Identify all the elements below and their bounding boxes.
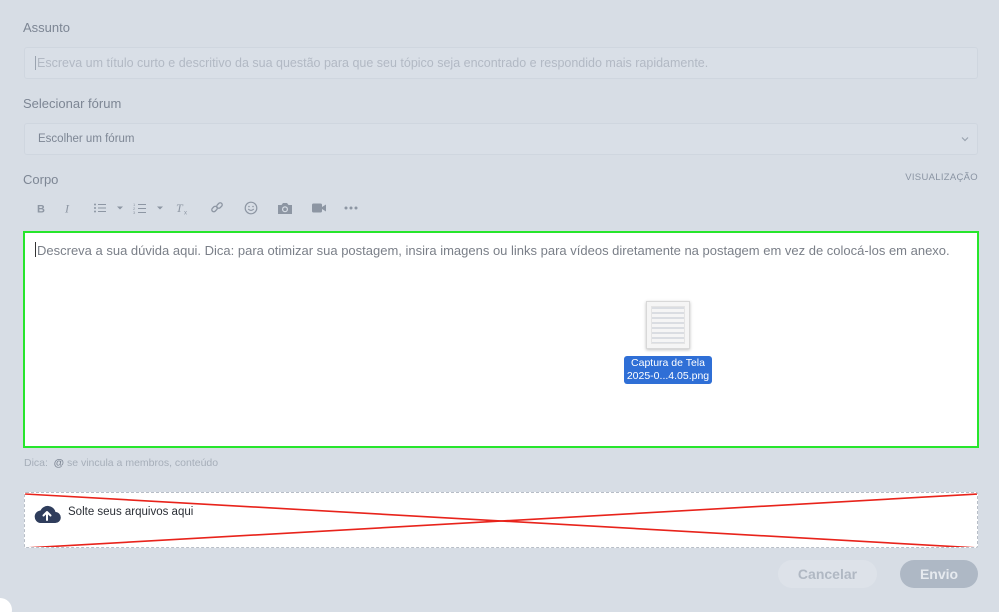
camera-icon[interactable]	[268, 198, 302, 218]
more-icon[interactable]	[336, 198, 366, 218]
svg-text:T: T	[176, 202, 184, 215]
cloud-upload-icon	[34, 505, 61, 524]
file-thumbnail	[646, 301, 690, 349]
hint-text: se vincula a membros, conteúdo	[66, 457, 219, 469]
caret-down-icon[interactable]	[154, 198, 166, 218]
corner-decoration	[0, 598, 12, 612]
numbered-list-icon[interactable]: 1 2 3	[126, 198, 154, 218]
cancel-button[interactable]: Cancelar	[778, 560, 877, 588]
bullet-list-icon[interactable]	[86, 198, 114, 218]
svg-text:I: I	[64, 202, 70, 214]
body-placeholder-text: Descreva a sua dúvida aqui. Dica: para o…	[37, 243, 950, 258]
submit-button[interactable]: Envio	[900, 560, 978, 588]
screenshot-preview-image	[651, 306, 685, 344]
subject-label: Assunto	[23, 20, 70, 35]
forum-select[interactable]: Escolher um fórum	[24, 123, 978, 155]
forum-label: Selecionar fórum	[23, 96, 122, 111]
mention-hint: Dica: @ se vincula a membros, conteúdo	[24, 457, 218, 469]
body-editor-placeholder: Descreva a sua dúvida aqui. Dica: para o…	[35, 242, 950, 258]
file-name-label: Captura de Tela 2025-0...4.05.png	[623, 356, 713, 384]
text-caret	[35, 56, 36, 70]
dragged-file[interactable]: Captura de Tela 2025-0...4.05.png	[622, 301, 714, 384]
italic-icon[interactable]: I	[52, 198, 86, 218]
subject-placeholder: Escreva um título curto e descritivo da …	[37, 56, 709, 70]
video-icon[interactable]	[302, 198, 336, 218]
svg-text:3: 3	[133, 210, 136, 214]
emoji-icon[interactable]	[234, 198, 268, 218]
chevron-down-icon	[961, 137, 969, 142]
dropzone-label: Solte seus arquivos aqui	[68, 506, 194, 518]
bold-icon[interactable]: B	[30, 198, 52, 218]
preview-link[interactable]: VISUALIZAÇÃO	[905, 172, 978, 183]
link-icon[interactable]	[200, 198, 234, 218]
file-name-line2: 2025-0...4.05.png	[626, 370, 710, 382]
forum-select-value: Escolher um fórum	[38, 133, 135, 145]
subject-input[interactable]: Escreva um título curto e descritivo da …	[24, 47, 978, 79]
text-caret	[35, 242, 36, 257]
clear-format-icon[interactable]: T x	[166, 198, 200, 218]
file-name-line1: Captura de Tela	[631, 357, 705, 369]
hint-prefix: Dica:	[24, 457, 48, 469]
editor-toolbar: B I 1 2 3 T x	[30, 198, 366, 218]
dropzone-cross-marker	[25, 493, 977, 547]
svg-text:x: x	[184, 210, 187, 215]
svg-text:B: B	[37, 204, 45, 215]
at-symbol: @	[53, 457, 65, 469]
caret-down-icon[interactable]	[114, 198, 126, 218]
body-editor[interactable]: Descreva a sua dúvida aqui. Dica: para o…	[23, 231, 979, 448]
file-dropzone[interactable]: Solte seus arquivos aqui	[24, 492, 978, 548]
body-label: Corpo	[23, 172, 59, 187]
